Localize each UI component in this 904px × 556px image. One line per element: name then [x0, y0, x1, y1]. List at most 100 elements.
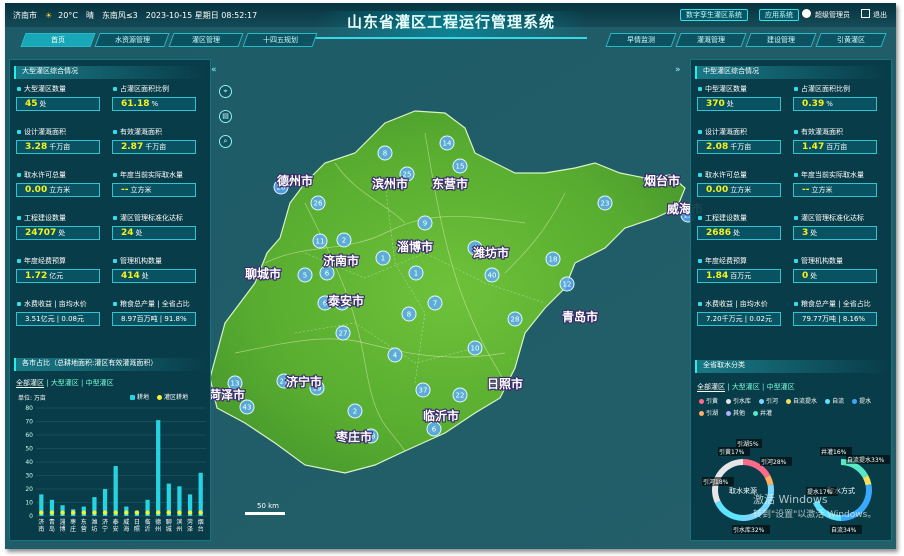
- app-system-button[interactable]: 应用系统: [759, 9, 799, 21]
- kpi-unit: 处: [135, 229, 143, 237]
- kpi-label: 有效灌溉面积: [112, 127, 204, 137]
- x-tick-label: 青: [49, 518, 55, 526]
- tab-construction[interactable]: 建设管理: [745, 33, 817, 47]
- donut-callout: 引河28%: [761, 458, 787, 466]
- scale-label: 50 km: [257, 502, 279, 510]
- kpi-value-box: 3.28 千万亩: [16, 140, 100, 154]
- kpi-value: --: [121, 185, 129, 195]
- left-panel-title: 大型灌区综合情况: [14, 66, 206, 79]
- kpi-value: 370: [706, 99, 725, 109]
- left-kpi: 取水许可总量 0.00 立方米: [16, 170, 108, 208]
- tab-large-districts[interactable]: 大型灌区: [51, 379, 79, 387]
- city-label: 泰安市: [327, 293, 364, 308]
- city-label: 德州市: [277, 173, 313, 188]
- right-kpi: 占灌区面积比例 0.39%: [793, 84, 885, 122]
- tab-all-districts-right[interactable]: 全部灌区: [697, 383, 725, 392]
- collapse-right-icon[interactable]: »: [675, 65, 681, 75]
- y-tick-label: 80: [25, 405, 33, 412]
- city-label: 菏泽市: [209, 387, 245, 402]
- legend-item: 提水: [852, 396, 871, 408]
- x-tick-label: 泽: [187, 525, 193, 533]
- point-irrigated: [102, 510, 108, 515]
- tab-irrigation[interactable]: 灌溉管理: [675, 33, 747, 47]
- temperature: 20°C: [58, 10, 78, 20]
- city-label: 济宁市: [286, 374, 322, 389]
- legend-item: 引河: [759, 396, 778, 408]
- legend-dot: [852, 399, 858, 404]
- tab-irrigation-mgmt[interactable]: 灌区管理: [168, 33, 244, 47]
- legend-dot: [786, 399, 792, 404]
- marker-count: 28: [511, 316, 520, 324]
- city-label: 东营市: [432, 176, 468, 191]
- legend-farmland: 耕地: [137, 394, 150, 401]
- x-tick-label: 宁: [102, 525, 108, 533]
- right-kpi: 设计灌溉面积 2.08 千万亩: [697, 127, 789, 165]
- left-subtabs: 全部灌区 | 大型灌区 | 中型灌区: [16, 379, 114, 388]
- kpi-label: 管理机构数量: [793, 256, 885, 266]
- kpi-value-box: 0.39%: [793, 97, 877, 111]
- right-kpi: 年度经费预算 1.84 百万元: [697, 256, 789, 294]
- logout-icon[interactable]: [861, 9, 870, 18]
- bar-farmland: [156, 420, 161, 516]
- point-irrigated: [198, 510, 203, 515]
- tab-14th-plan[interactable]: 十四五规划: [242, 33, 318, 47]
- y-tick-label: 10: [25, 500, 33, 507]
- point-irrigated: [166, 510, 172, 515]
- logout-link[interactable]: 退出: [873, 10, 887, 20]
- right-kpi: 取水许可总量 0.00 立方米: [697, 170, 789, 208]
- kpi-value-box: 79.77万吨 | 8.16%: [793, 312, 877, 326]
- tab-home[interactable]: 首页: [20, 33, 96, 47]
- left-kpi: 灌区管理标准化达标 24 处: [112, 213, 204, 251]
- city-label: 枣庄市: [335, 429, 372, 444]
- kpi-unit: %: [151, 100, 159, 108]
- search-icon[interactable]: ⌕: [219, 135, 232, 148]
- kpi-unit: 立方米: [811, 186, 833, 194]
- large-district-kpis: 大型灌区数量 45 处占灌区面积比例 61.18% 设计灌溉面积 3.28 千万亩 有效灌溉面…: [16, 84, 206, 334]
- marker-count: 14: [443, 140, 452, 148]
- legend-item: 其他: [726, 408, 745, 420]
- kpi-unit: 千万亩: [49, 143, 71, 151]
- user-name[interactable]: 超级管理员: [815, 10, 850, 20]
- legend-dot: [825, 399, 831, 404]
- point-irrigated: [145, 510, 150, 515]
- tab-all-districts[interactable]: 全部灌区: [16, 379, 44, 388]
- tab-large-districts-right[interactable]: 大型灌区: [732, 383, 760, 391]
- tab-medium-districts[interactable]: 中型灌区: [86, 379, 114, 387]
- city-ratio-title: 各市占比（总耕地面积:灌区有效灌溉面积）: [14, 358, 208, 371]
- kpi-value: 24707: [25, 228, 57, 238]
- x-tick-label: 台: [198, 525, 204, 533]
- marker-count: 4: [393, 352, 398, 360]
- kpi-label: 灌区管理标准化达标: [793, 213, 885, 223]
- kpi-value: 1.72: [25, 271, 48, 281]
- kpi-value-box: 2.08 千万亩: [697, 140, 781, 154]
- kpi-label: 年度当前实际取水量: [112, 170, 204, 180]
- kpi-unit: 处: [141, 272, 149, 280]
- tab-water-resources[interactable]: 水资源管理: [94, 33, 170, 47]
- point-irrigated: [134, 510, 140, 515]
- legend-dot: [759, 399, 765, 404]
- x-tick-label: 博: [60, 525, 66, 533]
- kpi-unit: 处: [39, 100, 47, 108]
- page-title: 山东省灌区工程运行管理系统: [315, 11, 587, 39]
- kpi-label: 设计灌溉面积: [697, 127, 789, 137]
- location-icon[interactable]: ⌖: [219, 85, 232, 98]
- legend-label: 引水库: [733, 398, 752, 405]
- layers-icon[interactable]: ▤: [219, 110, 232, 123]
- tab-yellow-river[interactable]: 引黄灌区: [815, 33, 887, 47]
- legend-dot: [726, 399, 732, 404]
- kpi-value: --: [802, 185, 810, 195]
- kpi-label: 粮食总产量 | 全省占比: [112, 299, 204, 309]
- twin-system-button[interactable]: 数字孪生灌区系统: [680, 9, 748, 21]
- kpi-value-box: -- 立方米: [112, 183, 196, 197]
- collapse-left-icon[interactable]: «: [211, 65, 217, 75]
- legend-item: 引黄: [699, 396, 718, 408]
- legend-swatch-irrigated: [156, 395, 162, 400]
- kpi-label: 水费收益 | 亩均水价: [697, 299, 789, 309]
- donut-callout: 引湖5%: [737, 440, 759, 448]
- medium-district-kpis: 中型灌区数量 370 处占灌区面积比例 0.39% 设计灌溉面积 2.08 千万亩 有效灌溉面…: [697, 84, 887, 334]
- right-subtabs: 全部灌区 | 大型灌区 | 中型灌区: [697, 383, 795, 392]
- tab-medium-districts-right[interactable]: 中型灌区: [767, 383, 795, 391]
- app-frame: 15 8 25 14 23 26 11 2 6 1 7 18 40 1 10 27 6 8 10 37 2 18 6 12 13…: [5, 3, 896, 549]
- x-tick-label: 济: [102, 518, 108, 526]
- tab-drought[interactable]: 早情监测: [605, 33, 677, 47]
